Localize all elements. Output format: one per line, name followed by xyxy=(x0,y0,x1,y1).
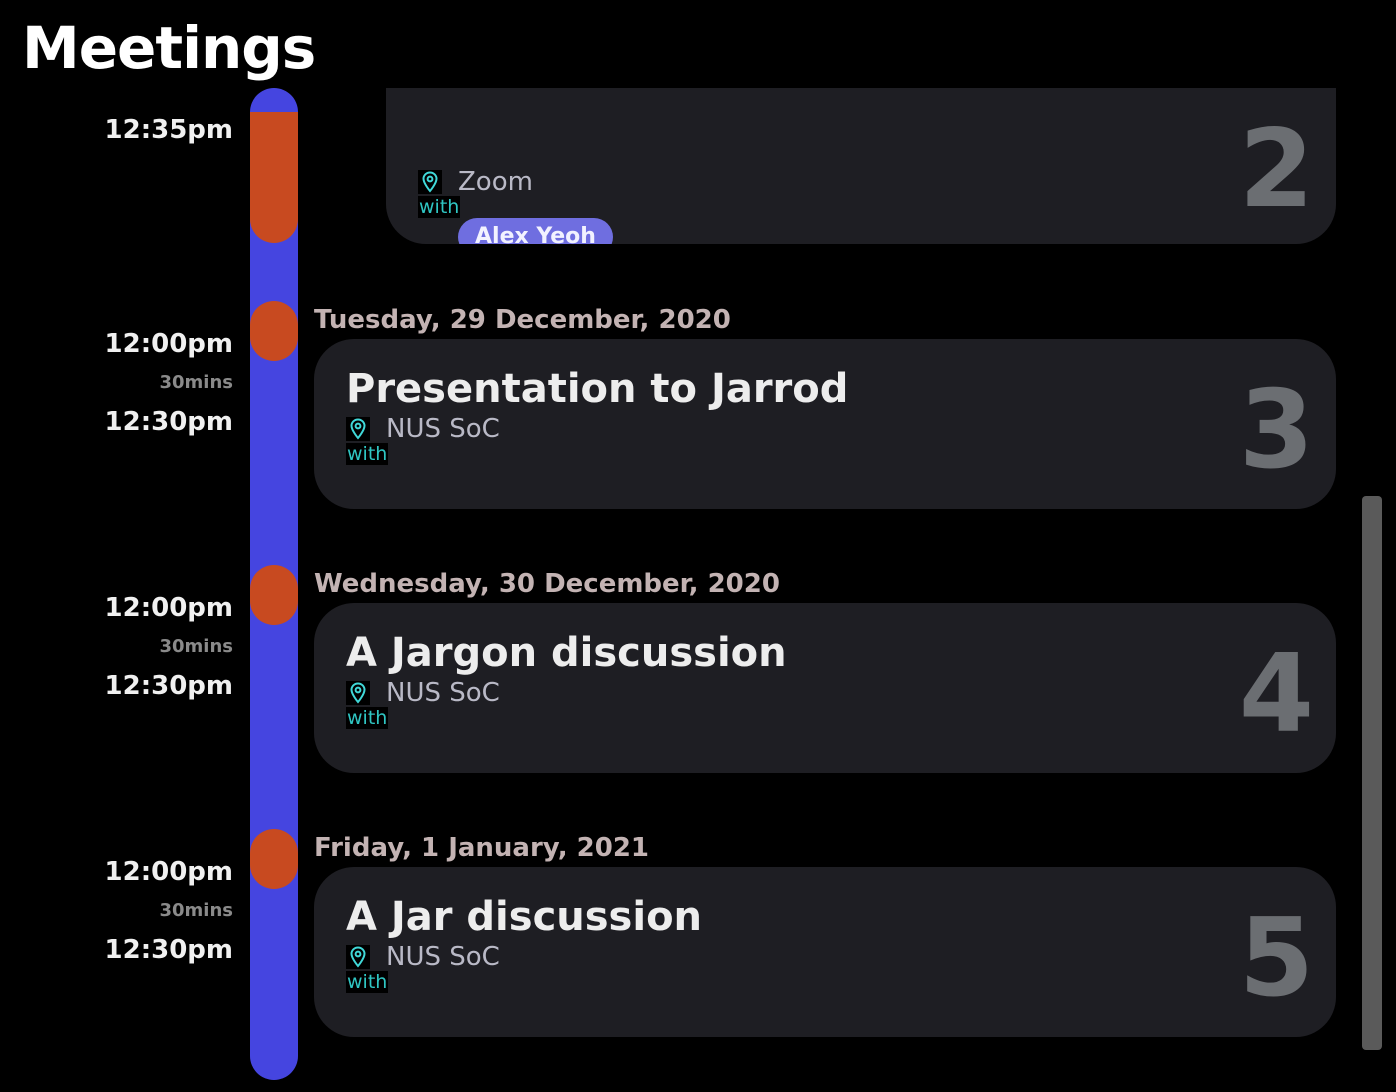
with-label: with xyxy=(346,443,389,465)
meeting-title: A Jargon discussion xyxy=(346,630,787,676)
meeting-end-time: 12:30pm xyxy=(104,935,233,965)
meeting-duration: 30mins xyxy=(159,636,233,657)
meeting-index: 5 xyxy=(1238,896,1314,1021)
location-row: NUS SoC xyxy=(346,677,500,709)
meeting-duration: 30mins xyxy=(159,372,233,393)
meeting-card[interactable]: A Jar discussion NUS SoC with 5 xyxy=(314,867,1336,1037)
meeting-date: Wednesday, 30 December, 2020 xyxy=(314,569,780,599)
meeting-end-time: 12:30pm xyxy=(104,407,233,437)
meeting-card[interactable]: Presentation to Jarrod NUS SoC with 3 xyxy=(314,339,1336,509)
meeting-location: NUS SoC xyxy=(386,942,500,972)
location-row: NUS SoC xyxy=(346,413,500,445)
map-pin-icon xyxy=(346,417,370,441)
meeting-location: NUS SoC xyxy=(386,678,500,708)
with-label: with xyxy=(346,707,389,729)
meeting-title: Presentation to Jarrod xyxy=(346,366,849,412)
map-pin-icon xyxy=(418,170,442,194)
meeting-end-time: 12:30pm xyxy=(104,671,233,701)
participant-chip[interactable]: Alex Yeoh xyxy=(458,218,613,244)
location-row: Zoom xyxy=(418,166,533,198)
meeting-location: NUS SoC xyxy=(386,414,500,444)
meeting-date: Tuesday, 29 December, 2020 xyxy=(314,305,731,335)
meeting-start-time: 12:35pm xyxy=(104,115,233,145)
timeline-marker xyxy=(250,829,298,889)
meeting-location: Zoom xyxy=(458,167,533,197)
meeting-start-time: 12:00pm xyxy=(104,329,233,359)
timeline-marker xyxy=(250,112,298,243)
meeting-index: 4 xyxy=(1238,632,1314,757)
timeline-marker xyxy=(250,565,298,625)
meeting-index: 3 xyxy=(1238,368,1314,493)
with-label: with xyxy=(418,196,461,218)
map-pin-icon xyxy=(346,681,370,705)
meeting-card[interactable]: Zoom with Alex Yeoh 2 xyxy=(386,88,1336,244)
meeting-card[interactable]: A Jargon discussion NUS SoC with 4 xyxy=(314,603,1336,773)
timeline-marker xyxy=(250,301,298,361)
scrollbar-thumb[interactable] xyxy=(1362,496,1382,1050)
meeting-title: A Jar discussion xyxy=(346,894,703,940)
meeting-start-time: 12:00pm xyxy=(104,593,233,623)
meeting-date: Friday, 1 January, 2021 xyxy=(314,833,650,863)
with-label: with xyxy=(346,971,389,993)
meeting-duration: 30mins xyxy=(159,900,233,921)
meeting-start-time: 12:00pm xyxy=(104,857,233,887)
map-pin-icon xyxy=(346,945,370,969)
meetings-page: Meetings 12:35pm Zoom with Alex Yeoh 2 1… xyxy=(0,0,1396,1092)
page-title: Meetings xyxy=(22,14,316,82)
meeting-index: 2 xyxy=(1238,107,1314,232)
location-row: NUS SoC xyxy=(346,941,500,973)
meeting-list[interactable]: 12:35pm Zoom with Alex Yeoh 2 12:00pm 30… xyxy=(0,88,1396,1092)
